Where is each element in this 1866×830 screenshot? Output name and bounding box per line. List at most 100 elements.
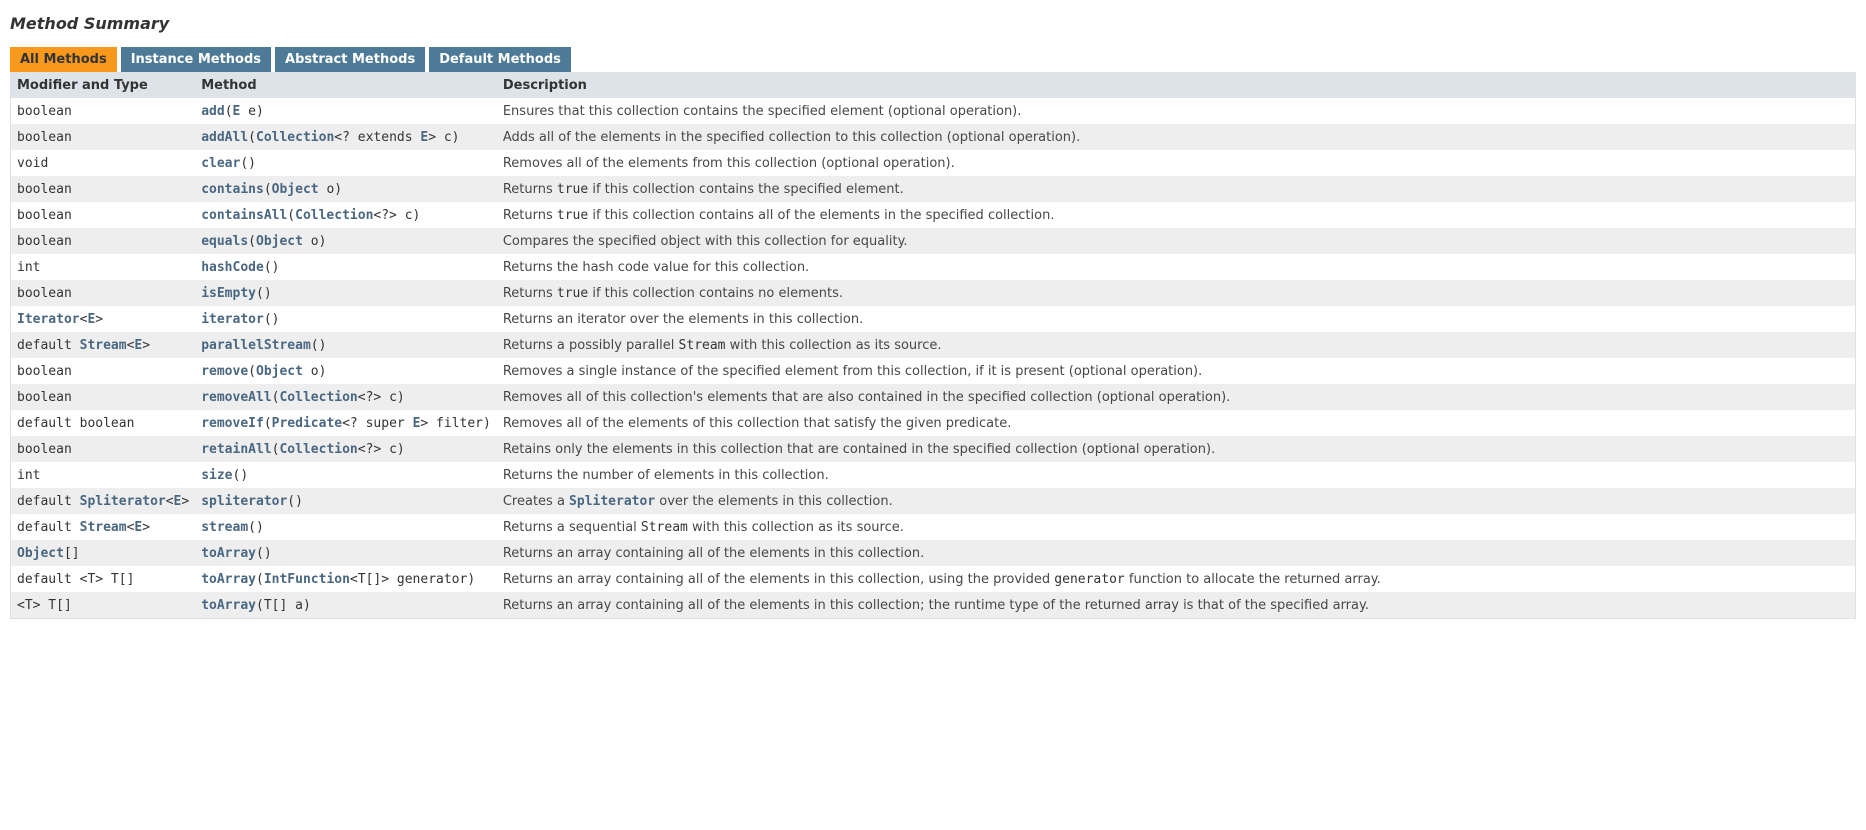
cell-modifier: boolean [11, 98, 196, 124]
link-collection[interactable]: Collection [256, 130, 334, 145]
cell-modifier: Object[] [11, 540, 196, 566]
link-add[interactable]: add [201, 104, 224, 119]
link-object[interactable]: Object [256, 234, 303, 249]
link-removeall[interactable]: removeAll [201, 390, 271, 405]
cell-modifier: boolean [11, 280, 196, 306]
link-e[interactable]: E [134, 338, 142, 353]
cell-modifier: boolean [11, 176, 196, 202]
tab-default-methods[interactable]: Default Methods [429, 47, 571, 72]
table-row: intsize()Returns the number of elements … [11, 462, 1856, 488]
table-row: default Stream<E>stream()Returns a seque… [11, 514, 1856, 540]
link-collection[interactable]: Collection [295, 208, 373, 223]
table-row: voidclear()Removes all of the elements f… [11, 150, 1856, 176]
link-remove[interactable]: remove [201, 364, 248, 379]
link-iterator[interactable]: iterator [201, 312, 264, 327]
cell-method: retainAll(Collection<?> c) [195, 436, 497, 462]
cell-method: size() [195, 462, 497, 488]
cell-description: Returns true if this collection contains… [497, 202, 1856, 228]
link-containsall[interactable]: containsAll [201, 208, 287, 223]
table-row: booleanremove(Object o)Removes a single … [11, 358, 1856, 384]
link-stream[interactable]: Stream [80, 520, 127, 535]
cell-description: Retains only the elements in this collec… [497, 436, 1856, 462]
cell-method: hashCode() [195, 254, 497, 280]
cell-method: clear() [195, 150, 497, 176]
cell-modifier: boolean [11, 124, 196, 150]
link-equals[interactable]: equals [201, 234, 248, 249]
cell-method: iterator() [195, 306, 497, 332]
cell-method: spliterator() [195, 488, 497, 514]
cell-method: removeAll(Collection<?> c) [195, 384, 497, 410]
table-row: default Spliterator<E>spliterator()Creat… [11, 488, 1856, 514]
cell-method: isEmpty() [195, 280, 497, 306]
link-e[interactable]: E [420, 130, 428, 145]
link-spliterator[interactable]: spliterator [201, 494, 287, 509]
cell-modifier: default <T> T[] [11, 566, 196, 592]
link-collection[interactable]: Collection [279, 390, 357, 405]
cell-description: Ensures that this collection contains th… [497, 98, 1856, 124]
link-size[interactable]: size [201, 468, 232, 483]
link-toarray[interactable]: toArray [201, 598, 256, 613]
link-predicate[interactable]: Predicate [272, 416, 342, 431]
tab-instance-methods[interactable]: Instance Methods [121, 47, 271, 72]
link-toarray[interactable]: toArray [201, 546, 256, 561]
cell-description: Returns true if this collection contains… [497, 280, 1856, 306]
cell-description: Returns the number of elements in this c… [497, 462, 1856, 488]
link-collection[interactable]: Collection [279, 442, 357, 457]
tab-all-methods[interactable]: All Methods [10, 47, 117, 72]
cell-modifier: boolean [11, 228, 196, 254]
link-e[interactable]: E [87, 312, 95, 327]
cell-modifier: boolean [11, 202, 196, 228]
link-e[interactable]: E [233, 104, 241, 119]
link-stream[interactable]: Stream [80, 338, 127, 353]
link-parallelstream[interactable]: parallelStream [201, 338, 311, 353]
link-spliterator[interactable]: Spliterator [80, 494, 166, 509]
cell-method: stream() [195, 514, 497, 540]
table-row: booleancontains(Object o)Returns true if… [11, 176, 1856, 202]
link-object[interactable]: Object [272, 182, 319, 197]
table-row: Iterator<E>iterator()Returns an iterator… [11, 306, 1856, 332]
link-clear[interactable]: clear [201, 156, 240, 171]
cell-description: Creates a Spliterator over the elements … [497, 488, 1856, 514]
table-row: Object[]toArray()Returns an array contai… [11, 540, 1856, 566]
cell-method: equals(Object o) [195, 228, 497, 254]
tab-abstract-methods[interactable]: Abstract Methods [275, 47, 425, 72]
link-e[interactable]: E [134, 520, 142, 535]
col-header-method: Method [195, 72, 497, 98]
link-e[interactable]: E [174, 494, 182, 509]
link-retainall[interactable]: retainAll [201, 442, 271, 457]
cell-description: Removes a single instance of the specifi… [497, 358, 1856, 384]
cell-modifier: void [11, 150, 196, 176]
table-row: <T> T[]toArray(T[] a)Returns an array co… [11, 592, 1856, 619]
link-e[interactable]: E [413, 416, 421, 431]
link-spliterator[interactable]: Spliterator [569, 494, 655, 509]
cell-modifier: boolean [11, 436, 196, 462]
link-object[interactable]: Object [256, 364, 303, 379]
table-row: booleancontainsAll(Collection<?> c)Retur… [11, 202, 1856, 228]
cell-method: toArray(T[] a) [195, 592, 497, 619]
code-literal: true [557, 182, 588, 197]
table-row: default Stream<E>parallelStream()Returns… [11, 332, 1856, 358]
method-summary-table: Modifier and Type Method Description boo… [10, 72, 1856, 619]
table-row: default <T> T[]toArray(IntFunction<T[]> … [11, 566, 1856, 592]
table-row: booleanisEmpty()Returns true if this col… [11, 280, 1856, 306]
link-stream[interactable]: stream [201, 520, 248, 535]
link-toarray[interactable]: toArray [201, 572, 256, 587]
cell-modifier: int [11, 254, 196, 280]
cell-description: Removes all of the elements from this co… [497, 150, 1856, 176]
link-removeif[interactable]: removeIf [201, 416, 264, 431]
link-isempty[interactable]: isEmpty [201, 286, 256, 301]
cell-description: Returns an array containing all of the e… [497, 566, 1856, 592]
link-intfunction[interactable]: IntFunction [264, 572, 350, 587]
cell-modifier: default Stream<E> [11, 332, 196, 358]
link-iterator[interactable]: Iterator [17, 312, 80, 327]
cell-description: Returns true if this collection contains… [497, 176, 1856, 202]
section-title: Method Summary [10, 14, 1856, 33]
cell-description: Returns a possibly parallel Stream with … [497, 332, 1856, 358]
cell-description: Adds all of the elements in the specifie… [497, 124, 1856, 150]
link-hashcode[interactable]: hashCode [201, 260, 264, 275]
link-object[interactable]: Object [17, 546, 64, 561]
code-literal: true [557, 286, 588, 301]
cell-modifier: boolean [11, 358, 196, 384]
link-addall[interactable]: addAll [201, 130, 248, 145]
link-contains[interactable]: contains [201, 182, 264, 197]
